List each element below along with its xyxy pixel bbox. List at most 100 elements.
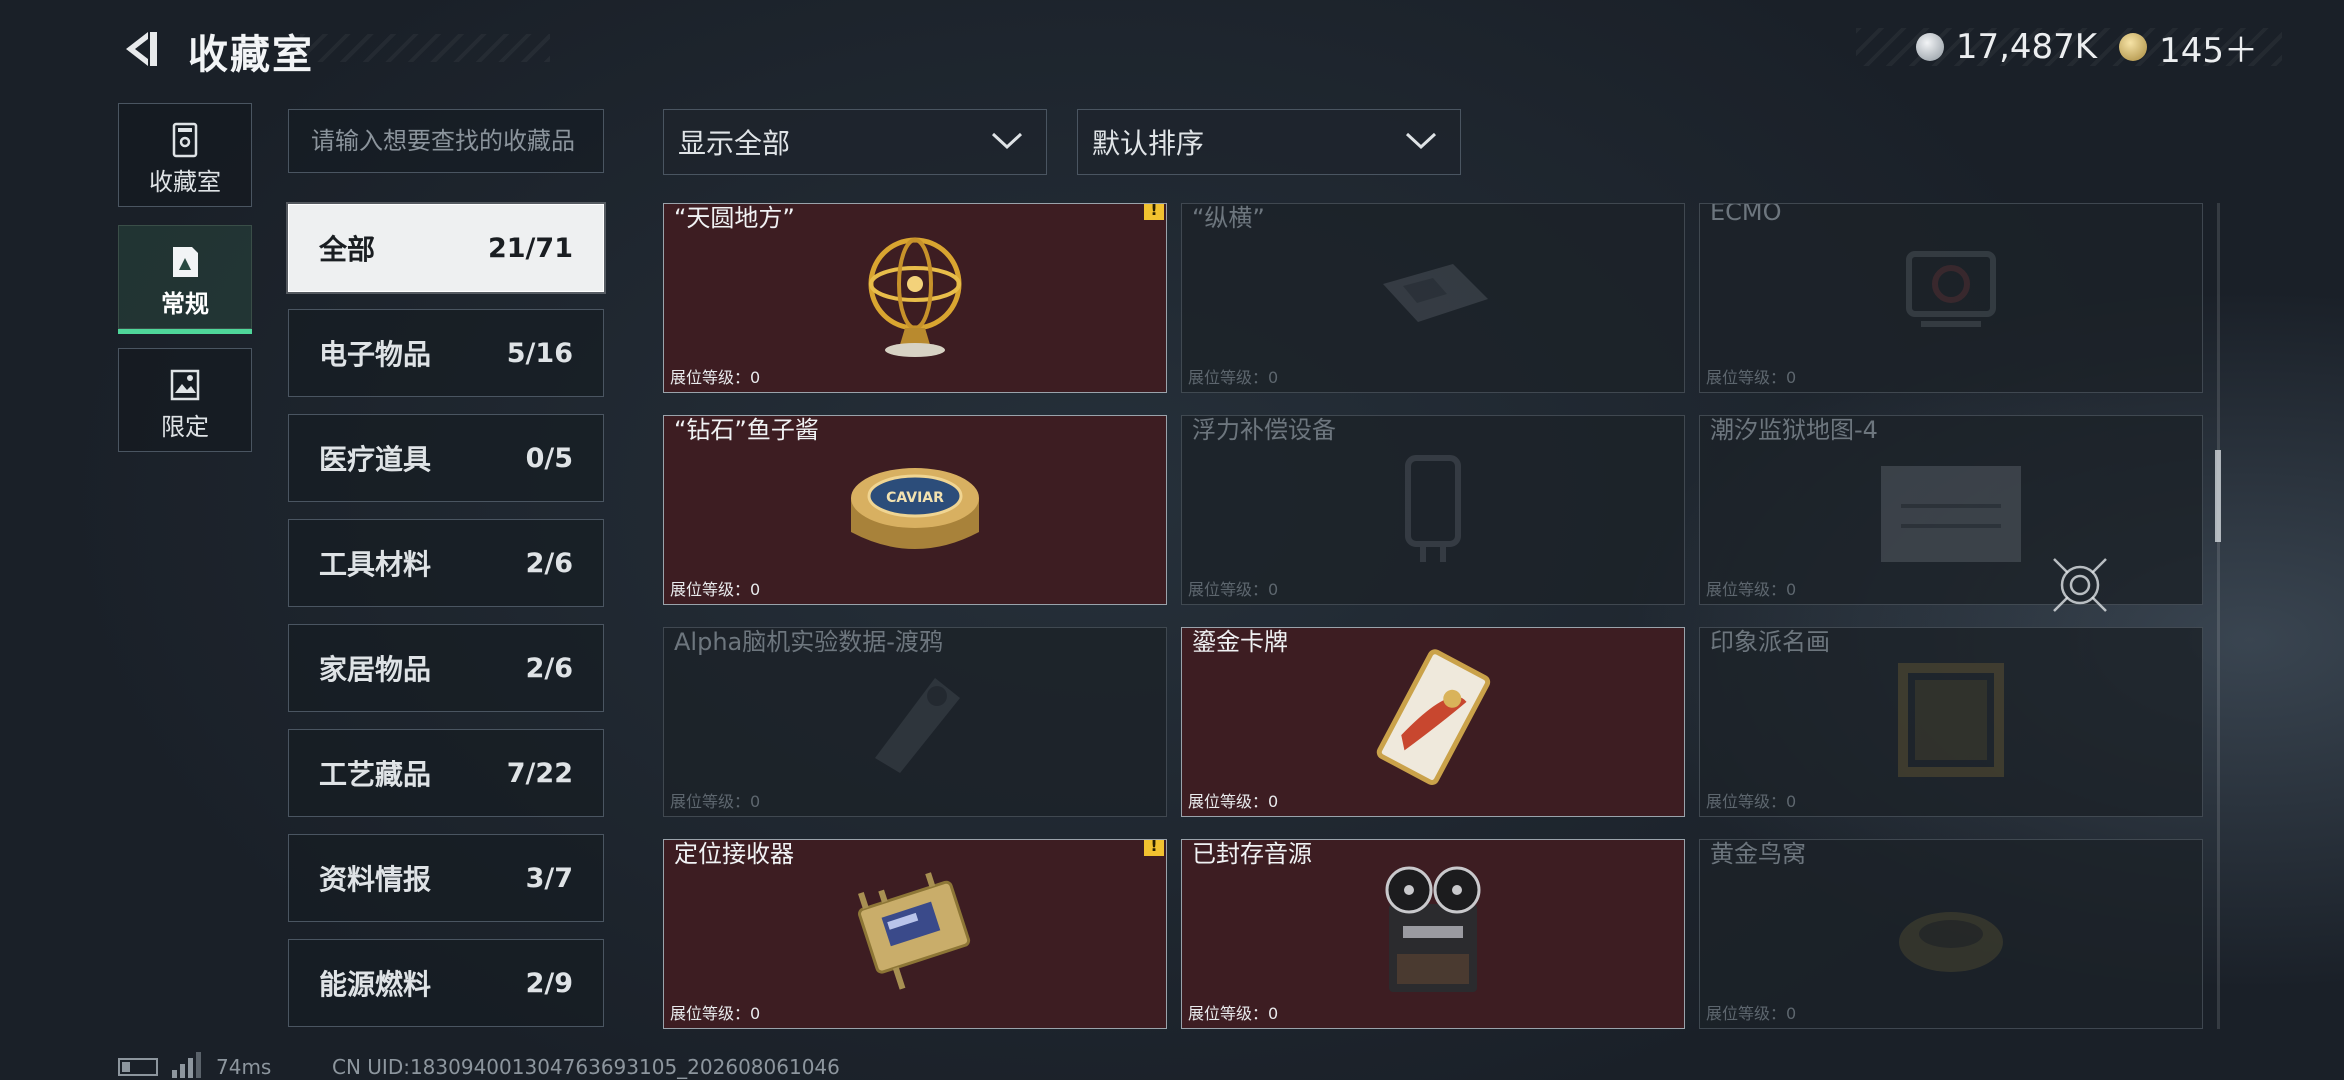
nav-limited[interactable]: 限定 xyxy=(118,348,252,452)
collection-card-icon xyxy=(173,247,198,277)
item-name: “纵横” xyxy=(1192,204,1265,232)
collection-grid: “天圆地方” 展位等级：0 ! “纵横” 展位等级：0 ECMO 展位等级：0 … xyxy=(663,203,2203,1029)
category-all[interactable]: 全部 21/71 xyxy=(288,204,604,292)
category-label: 工具材料 xyxy=(319,548,432,581)
item-level: 展位等级：0 xyxy=(1706,792,1797,811)
item-name: “钻石”鱼子酱 xyxy=(674,416,819,444)
item-name: 鎏金卡牌 xyxy=(1192,628,1288,656)
warning-icon: ! xyxy=(1144,204,1164,220)
item-name: 印象派名画 xyxy=(1710,628,1830,656)
ping-value: 74ms xyxy=(216,1055,272,1079)
limited-image-icon xyxy=(170,369,200,401)
category-electronics[interactable]: 电子物品 5/16 xyxy=(288,309,604,397)
category-count: 2/6 xyxy=(525,547,573,579)
item-name: 已封存音源 xyxy=(1192,840,1312,868)
currency-bar: 17,487K 145＋ xyxy=(1855,27,2282,71)
collection-card[interactable]: 已封存音源 展位等级：0 xyxy=(1181,839,1685,1029)
collection-card[interactable]: Alpha脑机实验数据-渡鸦 展位等级：0 xyxy=(663,627,1167,817)
category-label: 电子物品 xyxy=(319,338,432,371)
nav-regular[interactable]: 常规 xyxy=(118,225,252,334)
page-title: 收藏室 xyxy=(188,32,314,78)
caviar-label: CAVIAR xyxy=(886,490,944,506)
category-label: 医疗道具 xyxy=(319,443,432,476)
nav-vault[interactable]: 收藏室 xyxy=(118,103,252,207)
warning-icon: ! xyxy=(1144,840,1164,856)
reel-recorder-icon xyxy=(1385,866,1481,992)
item-level: 展位等级：0 xyxy=(1188,368,1279,387)
filter-dropdown[interactable]: 显示全部 xyxy=(663,109,1047,175)
sort-value: 默认排序 xyxy=(1092,127,1205,160)
item-level: 展位等级：0 xyxy=(1188,792,1279,811)
item-level: 展位等级：0 xyxy=(1706,580,1797,599)
item-name: 浮力补偿设备 xyxy=(1192,416,1336,444)
item-level: 展位等级：0 xyxy=(670,1004,761,1023)
data-device-icon xyxy=(875,678,960,773)
item-name: 黄金鸟窝 xyxy=(1710,840,1806,868)
item-level: 展位等级：0 xyxy=(670,368,761,387)
category-count: 21/71 xyxy=(487,232,573,264)
locator-receiver-icon xyxy=(858,872,971,990)
category-crafts[interactable]: 工艺藏品 7/22 xyxy=(288,729,604,817)
armillary-sphere-icon xyxy=(868,237,962,357)
signal-icon xyxy=(172,1052,201,1078)
gilded-card-icon xyxy=(1376,649,1491,785)
item-level: 展位等级：0 xyxy=(1706,1004,1797,1023)
nav-label: 常规 xyxy=(161,290,209,318)
collection-card[interactable]: 黄金鸟窝 展位等级：0 xyxy=(1699,839,2203,1029)
painting-icon xyxy=(1898,663,2004,777)
collection-card[interactable]: 浮力补偿设备 展位等级：0 xyxy=(1181,415,1685,605)
category-intel[interactable]: 资料情报 3/7 xyxy=(288,834,604,922)
bcd-device-icon xyxy=(1405,455,1461,562)
category-count: 0/5 xyxy=(525,442,573,474)
sort-dropdown[interactable]: 默认排序 xyxy=(1077,109,1461,175)
gold-coin-value[interactable]: 145＋ xyxy=(2159,23,2258,72)
active-indicator xyxy=(118,329,252,334)
item-name: “天圆地方” xyxy=(674,204,795,232)
category-household[interactable]: 家居物品 2/6 xyxy=(288,624,604,712)
category-count: 2/9 xyxy=(525,967,573,999)
item-name: 定位接收器 xyxy=(674,840,794,868)
search-input[interactable] xyxy=(288,109,604,173)
item-name: 潮汐监狱地图-4 xyxy=(1710,416,1878,444)
category-label: 工艺藏品 xyxy=(319,758,432,791)
gold-coin-icon xyxy=(2119,33,2148,61)
caviar-tin-icon: CAVIAR xyxy=(851,468,979,549)
collection-card[interactable]: “纵横” 展位等级：0 xyxy=(1181,203,1685,393)
nav-label: 收藏室 xyxy=(149,168,221,196)
collection-card[interactable]: 鎏金卡牌 展位等级：0 xyxy=(1181,627,1685,817)
category-label: 家居物品 xyxy=(319,653,432,686)
collection-card[interactable]: 定位接收器 展位等级：0 ! xyxy=(663,839,1167,1029)
collection-card[interactable]: CAVIAR “钻石”鱼子酱 展位等级：0 xyxy=(663,415,1167,605)
scrollbar-track[interactable] xyxy=(2217,203,2220,1029)
filter-value: 显示全部 xyxy=(678,127,791,160)
chevron-down-icon xyxy=(1405,132,1437,150)
battery-icon xyxy=(118,1058,158,1076)
category-count: 3/7 xyxy=(525,862,573,894)
silver-coin-value: 17,487K xyxy=(1955,27,2098,67)
scrollbar-thumb[interactable] xyxy=(2215,450,2221,542)
chevron-down-icon xyxy=(991,132,1023,150)
item-level: 展位等级：0 xyxy=(670,580,761,599)
ecmo-machine-icon xyxy=(1906,251,1996,327)
back-arrow-icon[interactable] xyxy=(118,28,160,70)
chessboard-icon xyxy=(1383,264,1488,322)
item-level: 展位等级：0 xyxy=(1188,1004,1279,1023)
item-level: 展位等级：0 xyxy=(670,792,761,811)
category-label: 资料情报 xyxy=(319,863,432,896)
prison-map-icon xyxy=(1881,466,2021,562)
category-energy[interactable]: 能源燃料 2/9 xyxy=(288,939,604,1027)
uid-text: CN UID:183094001304763693105_20260806104… xyxy=(332,1055,840,1079)
collection-card[interactable]: “天圆地方” 展位等级：0 ! xyxy=(663,203,1167,393)
category-medical[interactable]: 医疗道具 0/5 xyxy=(288,414,604,502)
nav-label: 限定 xyxy=(161,413,209,441)
collection-card[interactable]: 印象派名画 展位等级：0 xyxy=(1699,627,2203,817)
category-count: 2/6 xyxy=(525,652,573,684)
item-name: ECMO xyxy=(1710,203,1782,226)
category-count: 5/16 xyxy=(506,337,573,369)
collection-card[interactable]: ECMO 展位等级：0 xyxy=(1699,203,2203,393)
crosshair-icon[interactable] xyxy=(2050,555,2110,615)
category-label: 全部 xyxy=(319,233,376,266)
item-name: Alpha脑机实验数据-渡鸦 xyxy=(674,628,943,656)
category-tools[interactable]: 工具材料 2/6 xyxy=(288,519,604,607)
collection-card[interactable]: 潮汐监狱地图-4 展位等级：0 xyxy=(1699,415,2203,605)
